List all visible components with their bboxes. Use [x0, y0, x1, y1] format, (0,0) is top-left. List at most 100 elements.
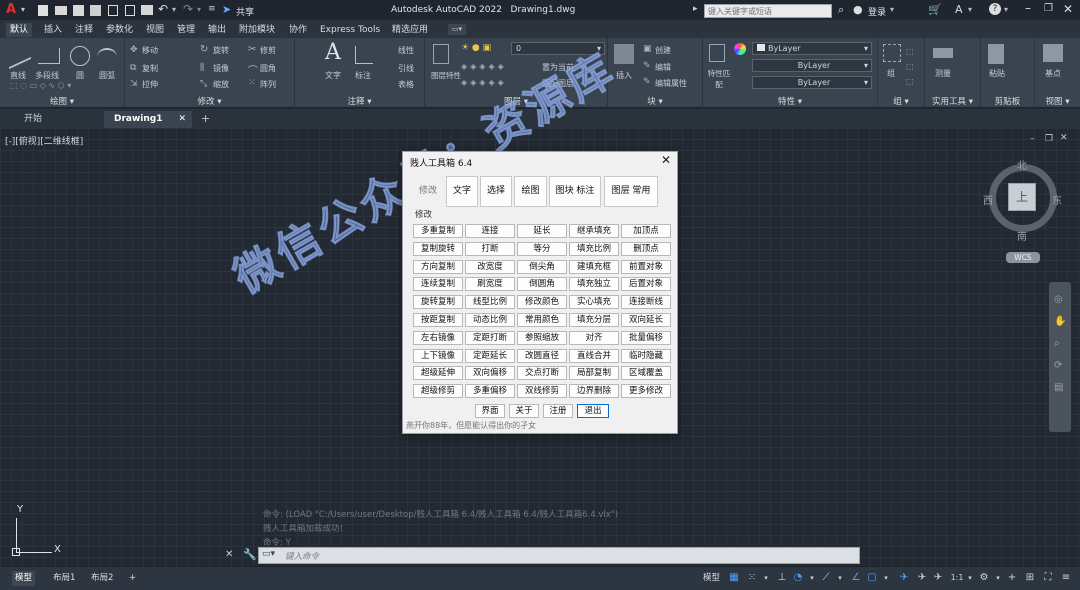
modify-tool-button[interactable]: 定距打断 — [465, 330, 515, 345]
modify-tool-button[interactable]: 超级延伸 — [413, 366, 463, 381]
insert-block-icon[interactable] — [614, 44, 634, 64]
layer-properties-icon[interactable] — [433, 44, 449, 64]
ribbon-options-icon[interactable]: ▭▾ — [448, 24, 466, 35]
basepoint-icon[interactable] — [1043, 44, 1063, 62]
modify-tool-button[interactable]: 刷宽度 — [465, 277, 515, 292]
modify-tool-button[interactable]: 改圆直径 — [517, 348, 567, 363]
modify-tool-button[interactable]: 对齐 — [569, 330, 619, 345]
workspace-gear-icon[interactable]: ⚙ — [978, 572, 990, 584]
undo-dropdown-icon[interactable]: ▾ — [172, 5, 176, 14]
modify-tool-button[interactable]: 延长 — [517, 224, 567, 238]
drawing1-tab[interactable]: Drawing1 ✕ — [104, 111, 192, 128]
interface-button[interactable]: 界面 — [475, 404, 505, 418]
modify-tool-button[interactable]: 临时隐藏 — [621, 348, 671, 363]
tab-manage[interactable]: 管理 — [173, 23, 199, 37]
edit-attribute-label[interactable]: 编辑属性 — [655, 78, 687, 89]
modify-tool-button[interactable]: 交点打断 — [517, 366, 567, 381]
autodesk-a360-icon[interactable]: A — [955, 3, 963, 16]
command-line[interactable]: ▭▾ 键入命令 — [258, 547, 860, 564]
dialog-tab-block-dim[interactable]: 图块 标注 — [549, 176, 601, 207]
ribbon-group-clipboard-label[interactable]: 剪贴板 — [981, 95, 1034, 107]
modify-tool-button[interactable]: 等分 — [517, 241, 567, 256]
ribbon-group-utilities-label[interactable]: 实用工具 ▾ — [925, 95, 980, 107]
navbar-showmotion-icon[interactable]: ▤ — [1054, 382, 1063, 393]
modify-tool-button[interactable]: 超级修剪 — [413, 384, 463, 399]
close-icon[interactable]: ✕ — [1063, 2, 1073, 16]
basepoint-label[interactable]: 基点 — [1045, 68, 1061, 79]
polyline-tool-icon[interactable] — [38, 48, 60, 64]
register-button[interactable]: 注册 — [543, 404, 573, 418]
ribbon-group-annotation-label[interactable]: 注释 ▾ — [295, 95, 424, 107]
start-tab[interactable]: 开始 — [14, 111, 106, 128]
modify-tool-button[interactable]: 实心填充 — [569, 295, 619, 310]
scale-dropdown-icon[interactable]: ▾ — [964, 572, 976, 584]
ribbon-group-group-label[interactable]: 组 ▾ — [878, 95, 924, 107]
modify-tool-button[interactable]: 更多修改 — [621, 384, 671, 399]
workspace-dropdown-icon[interactable]: ▾ — [992, 572, 1004, 584]
group-tools-icons[interactable]: ⬚ ⬚ ⬚ — [906, 44, 914, 89]
app-logo-icon[interactable]: A — [6, 3, 20, 17]
stretch-label[interactable]: 拉伸 — [142, 79, 158, 90]
compass-south[interactable]: 南 — [1017, 228, 1027, 243]
viewport-controls-label[interactable]: [-][俯视][二维线框] — [5, 134, 83, 147]
array-label[interactable]: 阵列 — [260, 79, 276, 90]
search-expand-icon[interactable]: ▸ — [693, 4, 698, 14]
tab-featured-apps[interactable]: 精选应用 — [388, 23, 432, 37]
modify-tool-button[interactable]: 复制旋转 — [413, 241, 463, 256]
lineweight-dropdown[interactable]: ByLayer ▾ — [752, 76, 872, 89]
annotation-scale-icon[interactable]: ✈ — [932, 572, 944, 584]
tab-collaborate[interactable]: 协作 — [285, 23, 311, 37]
modify-tool-button[interactable]: 参照缩放 — [517, 330, 567, 345]
leader-label[interactable]: 引线 — [398, 63, 414, 74]
compass-west[interactable]: 西 — [983, 192, 993, 207]
redo-icon[interactable]: ↷ — [183, 2, 193, 16]
group-tool-label[interactable]: 组 — [887, 68, 895, 79]
dialog-tab-text[interactable]: 文字 — [446, 176, 478, 207]
snap-dropdown-icon[interactable]: ▾ — [760, 572, 772, 584]
dialog-tab-layer-common[interactable]: 图层 常用 — [604, 176, 658, 207]
app-menu-chevron-icon[interactable]: ▾ — [21, 5, 25, 14]
modify-tool-button[interactable]: 批量偏移 — [621, 330, 671, 345]
redo-dropdown-icon[interactable]: ▾ — [197, 5, 201, 14]
cart-icon[interactable]: 🛒 — [928, 3, 942, 16]
text-tool-icon[interactable]: A — [325, 40, 341, 65]
viewport-minimize-icon[interactable]: – — [1030, 134, 1035, 144]
modify-tool-button[interactable]: 按距复制 — [413, 313, 463, 327]
tab-parametric[interactable]: 参数化 — [102, 23, 137, 37]
modify-tool-button[interactable]: 常用颜色 — [517, 313, 567, 327]
grid-icon[interactable]: ▦ — [728, 572, 740, 584]
group-tool-icon[interactable] — [883, 44, 901, 62]
annotation-visibility-icon[interactable]: ✈ — [898, 572, 910, 584]
dialog-close-icon[interactable]: ✕ — [661, 153, 671, 167]
open-file-icon[interactable] — [55, 6, 67, 15]
a360-dropdown-icon[interactable]: ▾ — [968, 5, 972, 14]
modify-tool-button[interactable]: 倒尖角 — [517, 259, 567, 274]
share-button[interactable]: 共享 — [236, 5, 254, 18]
customization-icon[interactable]: ≡ — [1060, 572, 1072, 584]
restore-icon[interactable]: ❐ — [1044, 3, 1053, 14]
tab-addins[interactable]: 附加模块 — [235, 23, 279, 37]
copy-label[interactable]: 复制 — [142, 63, 158, 74]
modify-tool-button[interactable]: 动态比例 — [465, 313, 515, 327]
new-file-icon[interactable] — [38, 5, 48, 16]
navbar-pan-icon[interactable]: ✋ — [1054, 316, 1066, 327]
command-close-icon[interactable]: ✕ — [225, 549, 233, 560]
layer-tool-icons-2[interactable]: ◈◈◈◈◈ — [461, 78, 507, 87]
layout-tab-layout2[interactable]: 布局2 — [88, 571, 116, 586]
layer-state-icons[interactable]: ☀ ● ▣ — [461, 43, 491, 53]
navbar-wheel-icon[interactable]: ◎ — [1054, 294, 1063, 305]
user-icon[interactable]: ● — [853, 3, 863, 16]
modify-tool-button[interactable]: 区域覆盖 — [621, 366, 671, 381]
drawing1-tab-close-icon[interactable]: ✕ — [178, 111, 186, 128]
search-input[interactable] — [704, 4, 832, 18]
modify-tool-button[interactable]: 左右镜像 — [413, 330, 463, 345]
fillet-label[interactable]: 圆角 — [260, 63, 276, 74]
layout-tab-layout1[interactable]: 布局1 — [50, 571, 78, 586]
modify-tool-button[interactable]: 倒圆角 — [517, 277, 567, 292]
scale-label[interactable]: 缩放 — [213, 79, 229, 90]
ribbon-group-block-label[interactable]: 块 ▾ — [608, 95, 702, 107]
scale-icon[interactable]: ⤡ — [200, 79, 207, 89]
layer-properties-label[interactable]: 图层特性 — [431, 70, 461, 81]
edit-attribute-icon[interactable]: ✎ — [643, 77, 651, 87]
copy-icon[interactable]: ⧉ — [130, 63, 136, 73]
